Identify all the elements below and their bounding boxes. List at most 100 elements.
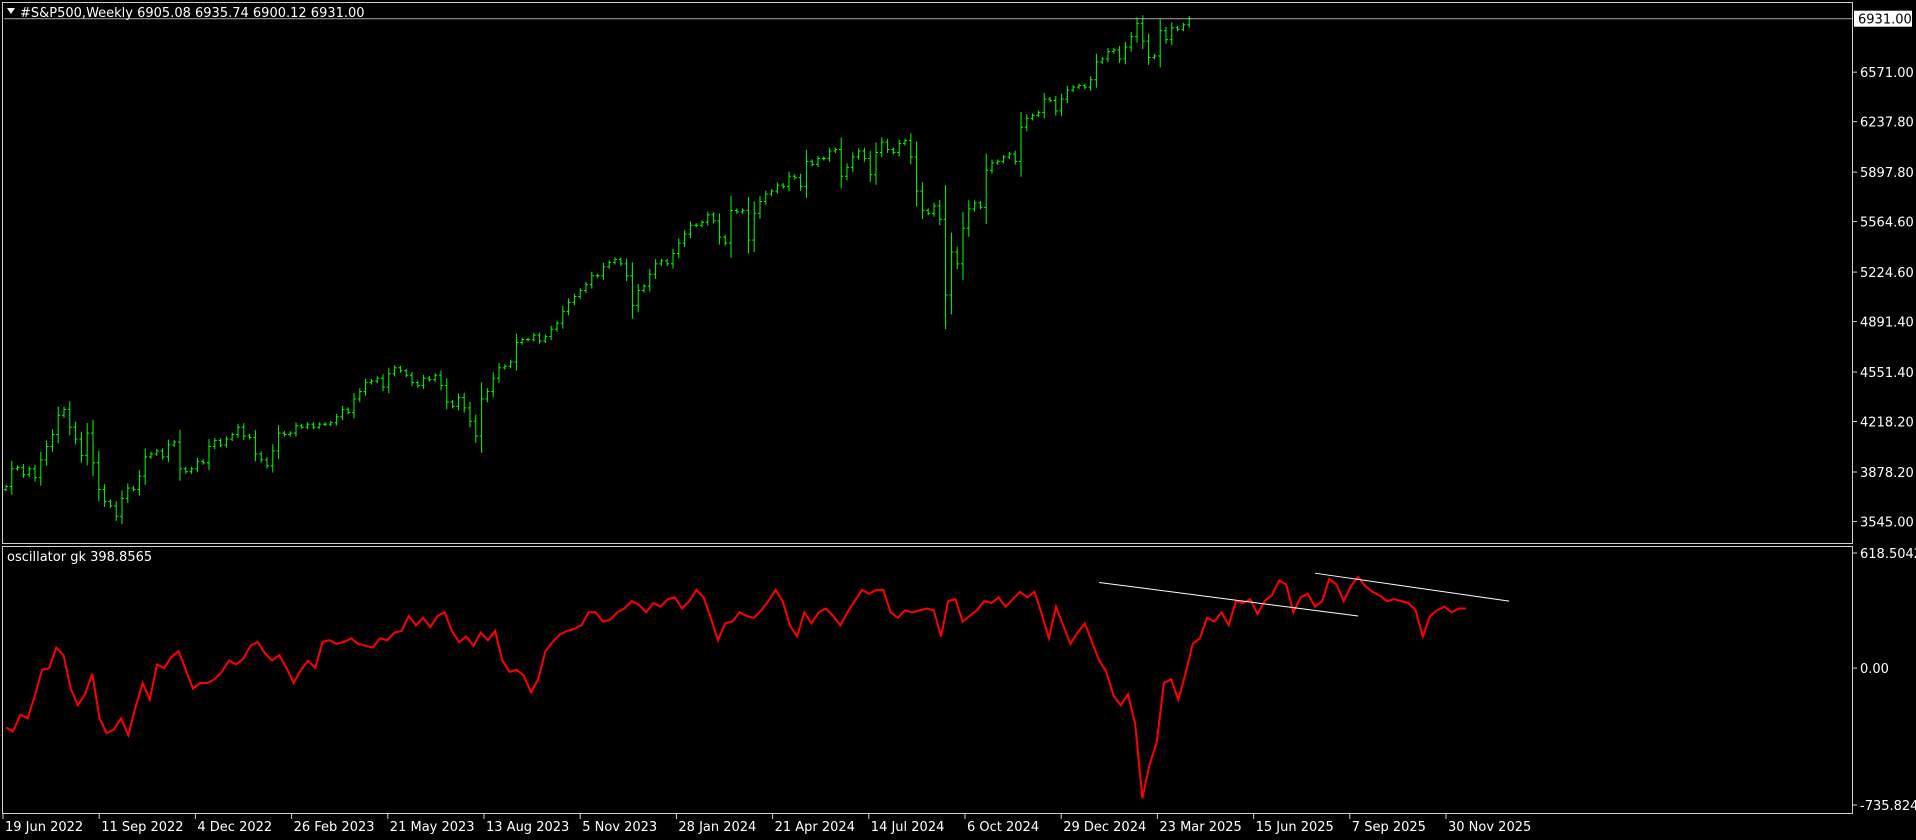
ohlc-bar <box>85 423 90 466</box>
ohlc-bar <box>352 392 356 419</box>
ohlc-bar <box>1082 83 1087 90</box>
ohlc-bar <box>879 137 884 158</box>
ohlc-bar <box>636 283 641 313</box>
ohlc-bar <box>816 155 820 168</box>
ohlc-bar <box>102 484 107 507</box>
ohlc-bar <box>734 208 739 214</box>
price-panel <box>2 2 1853 544</box>
time-tick-label: 21 Apr 2024 <box>775 820 855 835</box>
ohlc-bar <box>392 365 397 377</box>
ohlc-bar <box>1100 56 1105 64</box>
ohlc-bar <box>508 359 513 369</box>
ohlc-bar <box>659 258 664 266</box>
price-tick-label: 4218.20 <box>1860 416 1914 431</box>
ohlc-bar <box>995 159 1000 165</box>
ohlc-bar <box>1001 154 1006 164</box>
ohlc-bar <box>311 422 316 430</box>
time-tick-label: 7 Sep 2025 <box>1352 820 1426 835</box>
trendline[interactable] <box>1314 572 1510 602</box>
ohlc-bar <box>671 248 675 269</box>
ohlc-bar <box>1152 53 1157 60</box>
ohlc-bar <box>984 153 989 225</box>
ohlc-bar <box>618 257 623 266</box>
ohlc-bar <box>717 213 722 245</box>
ohlc-bar <box>1030 113 1035 121</box>
price-tick-label: 3878.20 <box>1860 466 1914 481</box>
ohlc-bar <box>189 466 194 474</box>
ohlc-bar <box>514 333 519 371</box>
ohlc-bar <box>236 423 240 438</box>
price-tick-label: 4551.40 <box>1860 366 1914 381</box>
ohlc-bar <box>247 434 252 440</box>
ohlc-bar <box>990 159 994 174</box>
ohlc-bar <box>143 448 148 485</box>
ohlc-bar <box>1111 48 1116 54</box>
ohlc-bar <box>1019 111 1023 177</box>
ohlc-bar <box>723 234 728 246</box>
ohlc-bar <box>688 221 693 239</box>
ohlc-bar <box>375 376 380 384</box>
ohlc-bar <box>294 422 298 437</box>
ohlc-bar <box>299 423 304 430</box>
ohlc-bar <box>1135 17 1139 43</box>
ohlc-bar <box>665 258 670 266</box>
ohlc-bar <box>1077 83 1081 90</box>
ohlc-bar <box>1175 25 1180 32</box>
ohlc-bar <box>439 370 443 391</box>
ohlc-bar <box>624 258 629 282</box>
ohlc-bar <box>647 268 652 292</box>
ohlc-bar <box>166 439 171 463</box>
ohlc-bar <box>1007 151 1012 159</box>
ohlc-bar <box>1123 41 1128 65</box>
ohlc-bar <box>746 197 751 254</box>
ohlc-bar <box>862 147 867 162</box>
ohlc-bar <box>241 423 246 441</box>
time-tick-label: 14 Jul 2024 <box>871 820 945 835</box>
ohlc-bar <box>526 337 530 342</box>
trendline[interactable] <box>1099 581 1359 617</box>
ohlc-bar <box>33 464 37 482</box>
ohlc-bar <box>978 200 983 210</box>
ohlc-bar <box>67 401 72 436</box>
ohlc-bar <box>920 182 925 220</box>
oscillator-line <box>5 575 1466 799</box>
price-tick-label: 4891.40 <box>1860 316 1914 331</box>
ohlc-bar <box>125 483 130 504</box>
ohlc-bar <box>520 337 525 345</box>
ohlc-bar <box>897 139 902 157</box>
ohlc-bar <box>694 223 699 228</box>
ohlc-bar <box>1042 93 1047 119</box>
osc-tick-label: 0.00 <box>1860 662 1889 677</box>
ohlc-bar <box>224 436 229 448</box>
time-tick-label: 23 Mar 2025 <box>1159 820 1241 835</box>
time-tick-label: 26 Feb 2023 <box>294 820 375 835</box>
ohlc-bar <box>253 430 258 462</box>
ohlc-bar <box>172 440 177 448</box>
ohlc-bar <box>363 378 368 396</box>
ohlc-bar <box>943 185 948 330</box>
ohlc-bar <box>1169 22 1174 45</box>
ohlc-bar <box>821 156 826 161</box>
ohlc-bar <box>543 334 548 344</box>
ohlc-bar <box>961 212 965 280</box>
ohlc-bar <box>502 364 507 370</box>
ohlc-bar <box>328 420 333 427</box>
time-tick-label: 15 Jun 2025 <box>1256 820 1334 835</box>
dropdown-triangle-icon[interactable] <box>7 8 15 14</box>
ohlc-bar <box>908 133 913 165</box>
price-tick-label: 6237.80 <box>1860 116 1914 131</box>
ohlc-bar <box>9 460 14 495</box>
ohlc-bar <box>839 137 844 189</box>
ohlc-bar <box>381 374 385 392</box>
time-tick-label: 29 Dec 2024 <box>1063 820 1146 835</box>
ohlc-bar <box>955 246 960 270</box>
ohlc-bar <box>201 459 206 465</box>
ohlc-bar <box>346 407 351 415</box>
ohlc-bar <box>1036 110 1041 118</box>
ohlc-bar <box>259 451 264 463</box>
ohlc-bar <box>207 439 211 471</box>
ohlc-bar <box>1024 114 1029 132</box>
osc-tick-label: -735.8245 <box>1860 799 1916 814</box>
ohlc-bar <box>932 202 936 217</box>
ohlc-bar <box>1187 15 1192 28</box>
